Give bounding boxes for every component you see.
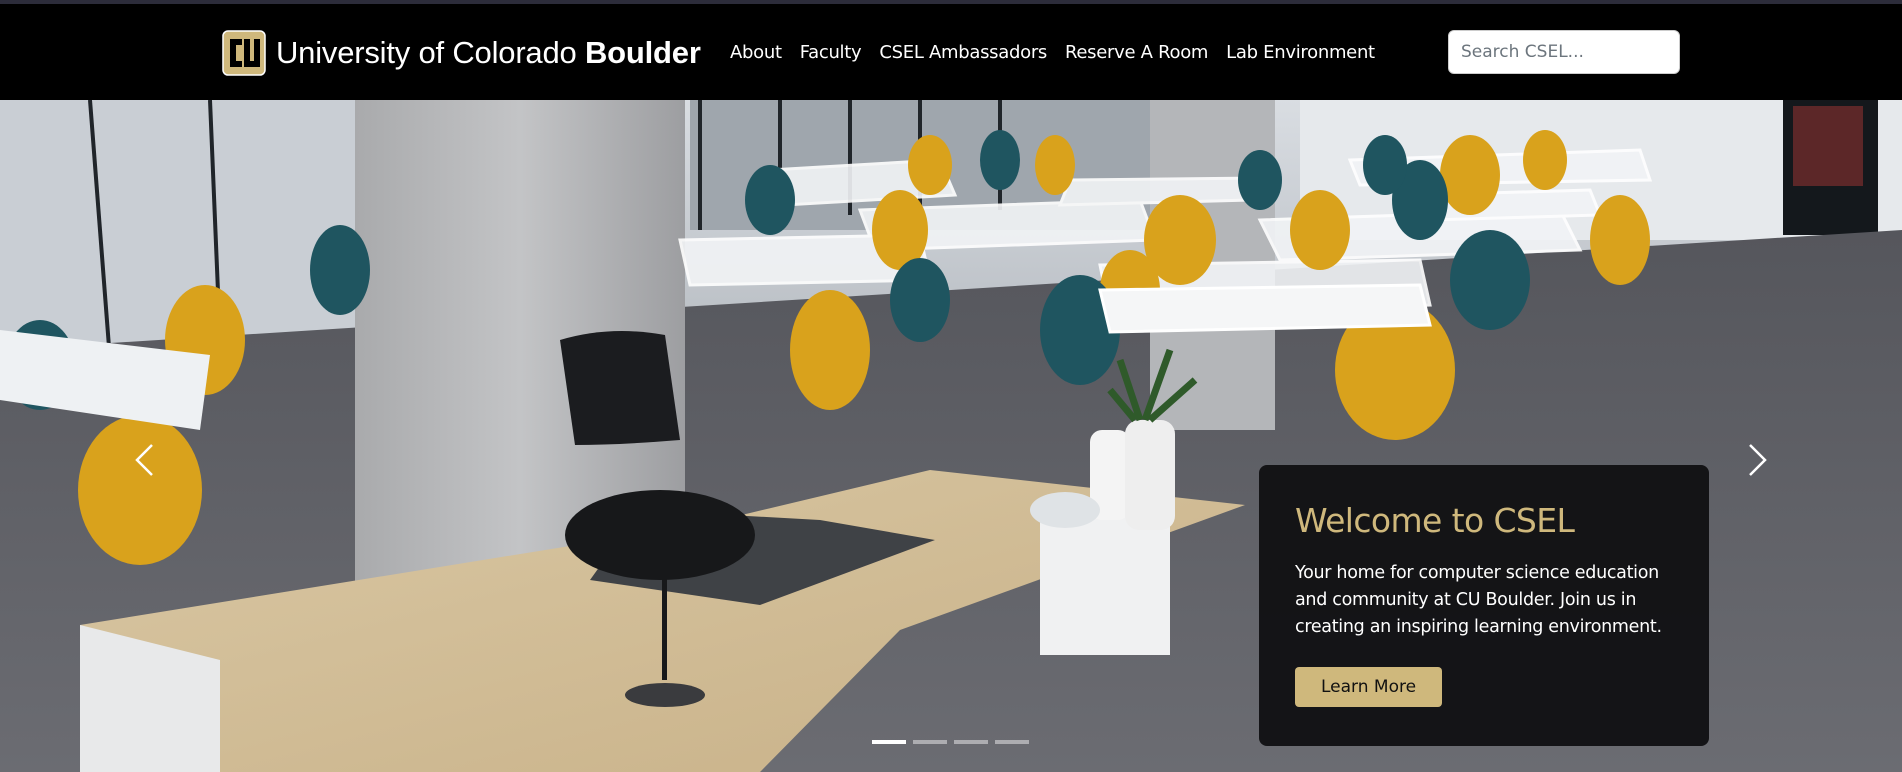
hero-title: Welcome to CSEL — [1295, 501, 1575, 540]
main-nav: About Faculty CSEL Ambassadors Reserve A… — [730, 42, 1375, 63]
carousel-prev-button[interactable] — [114, 420, 174, 500]
carousel-indicators — [872, 740, 1029, 744]
brand-link[interactable]: University of Colorado Boulder — [222, 28, 701, 78]
carousel-next-button[interactable] — [1728, 420, 1788, 500]
nav-faculty[interactable]: Faculty — [800, 42, 862, 63]
carousel-indicator-1[interactable] — [872, 740, 906, 744]
nav-lab-environment[interactable]: Lab Environment — [1226, 42, 1375, 63]
carousel-indicator-2[interactable] — [913, 740, 947, 744]
carousel-indicator-4[interactable] — [995, 740, 1029, 744]
search-input[interactable] — [1448, 30, 1680, 74]
learn-more-button[interactable]: Learn More — [1295, 667, 1443, 707]
brand-name: University of Colorado Boulder — [276, 35, 701, 70]
nav-reserve-a-room[interactable]: Reserve A Room — [1065, 42, 1208, 63]
nav-csel-ambassadors[interactable]: CSEL Ambassadors — [879, 42, 1047, 63]
hero-caption: Welcome to CSEL Your home for computer s… — [1259, 465, 1709, 746]
hero-carousel: Welcome to CSEL Your home for computer s… — [0, 100, 1902, 772]
chevron-right-icon — [1749, 444, 1767, 476]
site-header: University of Colorado Boulder About Fac… — [0, 4, 1902, 100]
chevron-left-icon — [135, 444, 153, 476]
hero-description: Your home for computer science education… — [1295, 563, 1662, 637]
carousel-indicator-3[interactable] — [954, 740, 988, 744]
cu-boulder-logo-icon — [222, 30, 266, 76]
nav-about[interactable]: About — [730, 42, 782, 63]
